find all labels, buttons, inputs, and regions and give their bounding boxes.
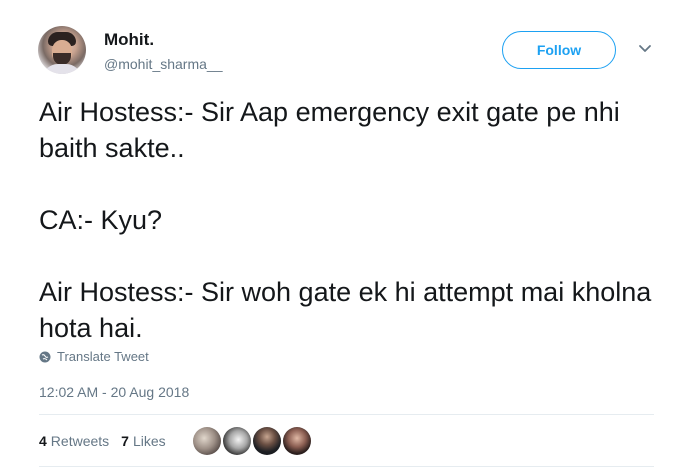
retweets-label: Retweets <box>50 433 110 449</box>
translate-tweet-link[interactable]: Translate Tweet <box>39 349 149 364</box>
tweet-stats: 4 Retweets 7 Likes <box>39 433 178 449</box>
likes-count: 7 <box>121 433 129 449</box>
liker-avatar[interactable] <box>283 427 311 455</box>
liker-avatar[interactable] <box>193 427 221 455</box>
tweet-text: Air Hostess:- Sir Aap emergency exit gat… <box>39 97 652 343</box>
likers-avatars <box>193 427 313 455</box>
likes-label: Likes <box>132 433 166 449</box>
translate-label: Translate Tweet <box>57 349 149 364</box>
author-handle[interactable]: @mohit_sharma__ <box>104 56 223 72</box>
author-avatar[interactable] <box>38 26 86 74</box>
author-name[interactable]: Mohit. <box>104 30 154 50</box>
follow-button[interactable]: Follow <box>502 31 616 69</box>
retweets-stat[interactable]: 4 Retweets <box>39 433 109 449</box>
retweets-count: 4 <box>39 433 47 449</box>
globe-icon <box>39 351 51 362</box>
divider-top <box>39 414 654 415</box>
tweet-timestamp[interactable]: 12:02 AM - 20 Aug 2018 <box>39 384 189 400</box>
avatar-shirt <box>42 64 82 74</box>
liker-avatar[interactable] <box>253 427 281 455</box>
divider-bottom <box>39 466 654 467</box>
liker-avatar[interactable] <box>223 427 251 455</box>
chevron-down-icon[interactable] <box>634 38 656 60</box>
likes-stat[interactable]: 7 Likes <box>121 433 165 449</box>
